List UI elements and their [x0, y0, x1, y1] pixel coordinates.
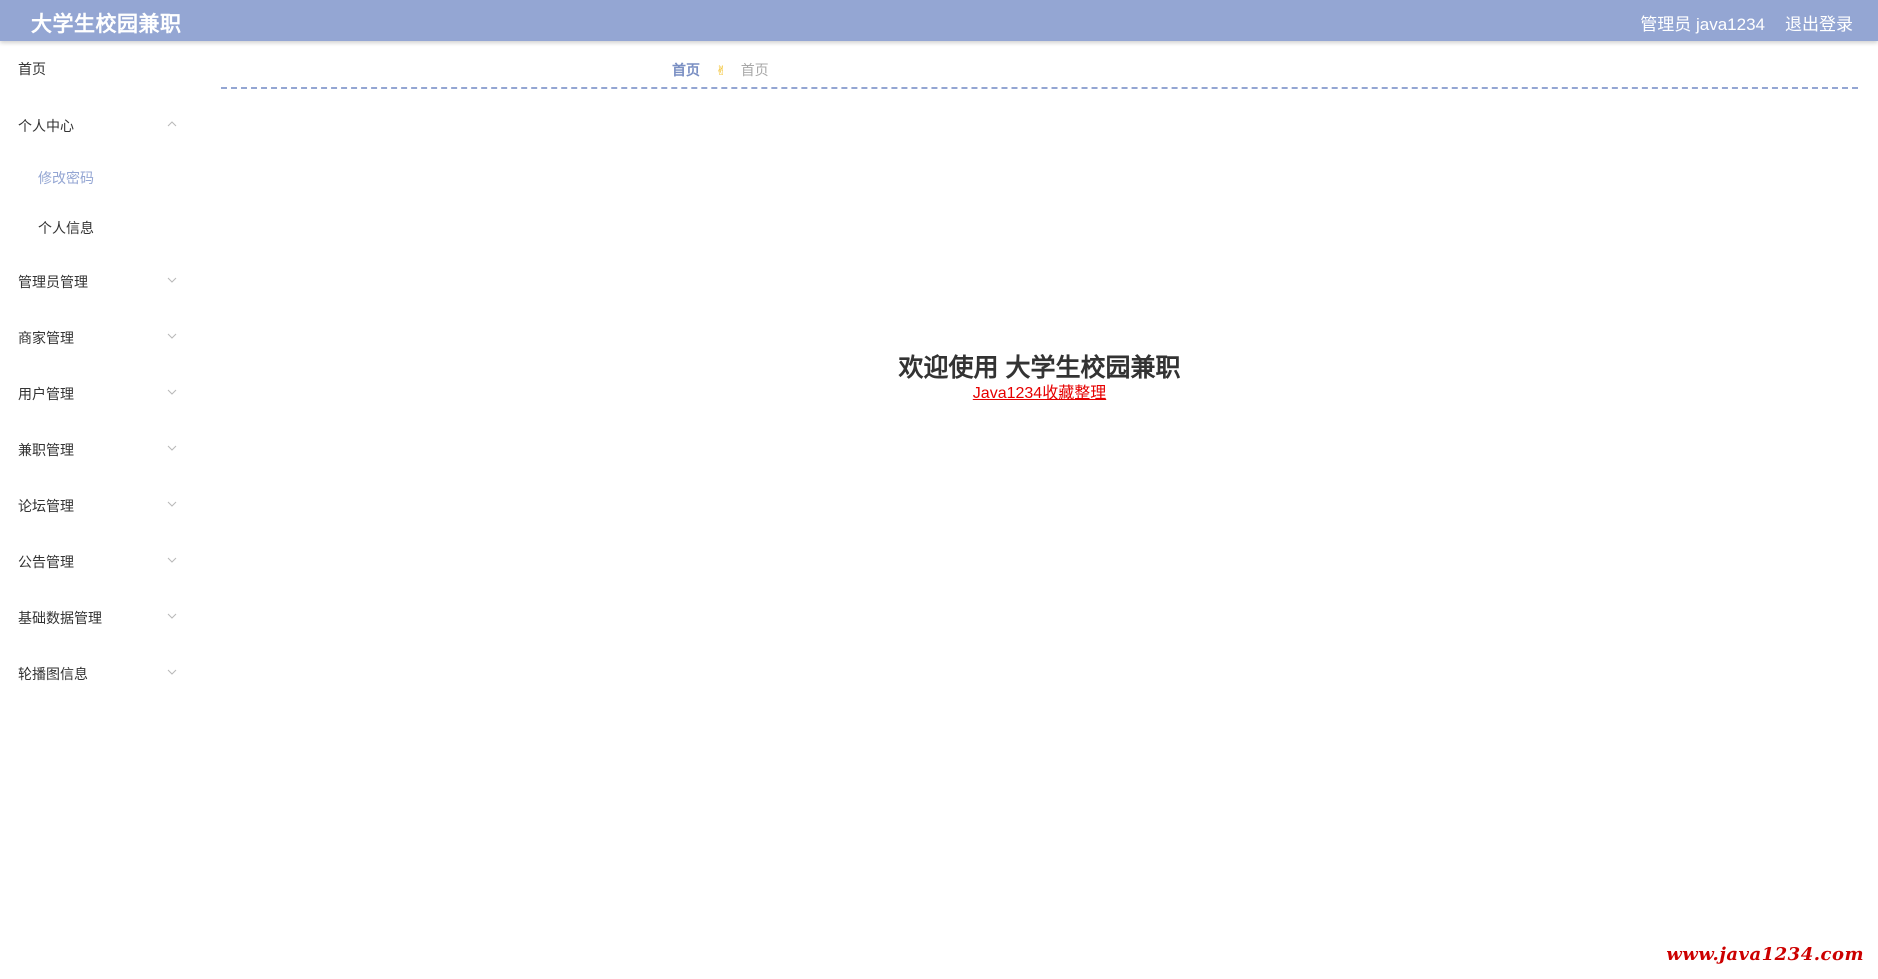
sidebar-item-notice-management[interactable]: 公告管理 [0, 541, 190, 581]
app-title: 大学生校园兼职 [31, 13, 182, 36]
breadcrumb: 首页 ✌ 首页 [672, 60, 769, 80]
sidebar-item-carousel-info[interactable]: 轮播图信息 [0, 653, 190, 693]
sidebar-item-admin-management[interactable]: 管理员管理 [0, 261, 190, 301]
source-link[interactable]: Java1234收藏整理 [973, 384, 1106, 404]
current-user-label: 管理员 java1234 [1640, 15, 1765, 34]
sidebar-item-personal-center[interactable]: 个人中心 [0, 105, 190, 145]
chevron-down-icon [167, 557, 177, 563]
breadcrumb-divider [221, 87, 1858, 89]
sidebar-item-label: 兼职管理 [18, 442, 74, 458]
sidebar-item-personal-info[interactable]: 个人信息 [0, 207, 190, 247]
chevron-down-icon [167, 501, 177, 507]
sidebar-item-forum-management[interactable]: 论坛管理 [0, 485, 190, 525]
sidebar-menu: 首页 个人中心 修改密码 个人信息 管理员管理 商家管理 用户管理 兼职管理 论… [0, 41, 190, 741]
sidebar-item-label: 管理员管理 [18, 274, 88, 290]
sidebar-item-parttime-management[interactable]: 兼职管理 [0, 429, 190, 469]
top-header-bar: 大学生校园兼职 管理员 java1234 退出登录 [0, 0, 1878, 41]
sidebar-item-label: 修改密码 [38, 170, 94, 186]
site-watermark: www.java1234.com [1666, 944, 1864, 965]
sidebar-item-label: 论坛管理 [18, 498, 74, 514]
chevron-down-icon [167, 613, 177, 619]
sidebar-item-label: 商家管理 [18, 330, 74, 346]
logout-button[interactable]: 退出登录 [1785, 10, 1853, 35]
sidebar-item-label: 轮播图信息 [18, 666, 88, 682]
sidebar-item-basic-data-management[interactable]: 基础数据管理 [0, 597, 190, 637]
welcome-panel: 欢迎使用 大学生校园兼职 Java1234收藏整理 [221, 352, 1858, 404]
sidebar-item-change-password[interactable]: 修改密码 [0, 157, 190, 197]
welcome-title: 欢迎使用 大学生校园兼职 [898, 354, 1181, 382]
chevron-down-icon [167, 389, 177, 395]
chevron-down-icon [167, 333, 177, 339]
sidebar-item-user-management[interactable]: 用户管理 [0, 373, 190, 413]
sidebar-item-label: 用户管理 [18, 386, 74, 402]
breadcrumb-home-link[interactable]: 首页 [672, 62, 700, 78]
sidebar-item-label: 基础数据管理 [18, 610, 102, 626]
chevron-down-icon [167, 445, 177, 451]
sidebar-item-label: 公告管理 [18, 554, 74, 570]
chevron-up-icon [167, 121, 177, 127]
sidebar-item-label: 个人中心 [18, 118, 74, 134]
sidebar-item-label: 首页 [18, 61, 46, 77]
hand-icon: ✌ [715, 63, 727, 78]
sidebar-item-label: 个人信息 [38, 220, 94, 236]
sidebar-item-merchant-management[interactable]: 商家管理 [0, 317, 190, 357]
chevron-down-icon [167, 669, 177, 675]
sidebar-item-home[interactable]: 首页 [0, 48, 190, 88]
chevron-down-icon [167, 277, 177, 283]
breadcrumb-current: 首页 [740, 62, 769, 78]
